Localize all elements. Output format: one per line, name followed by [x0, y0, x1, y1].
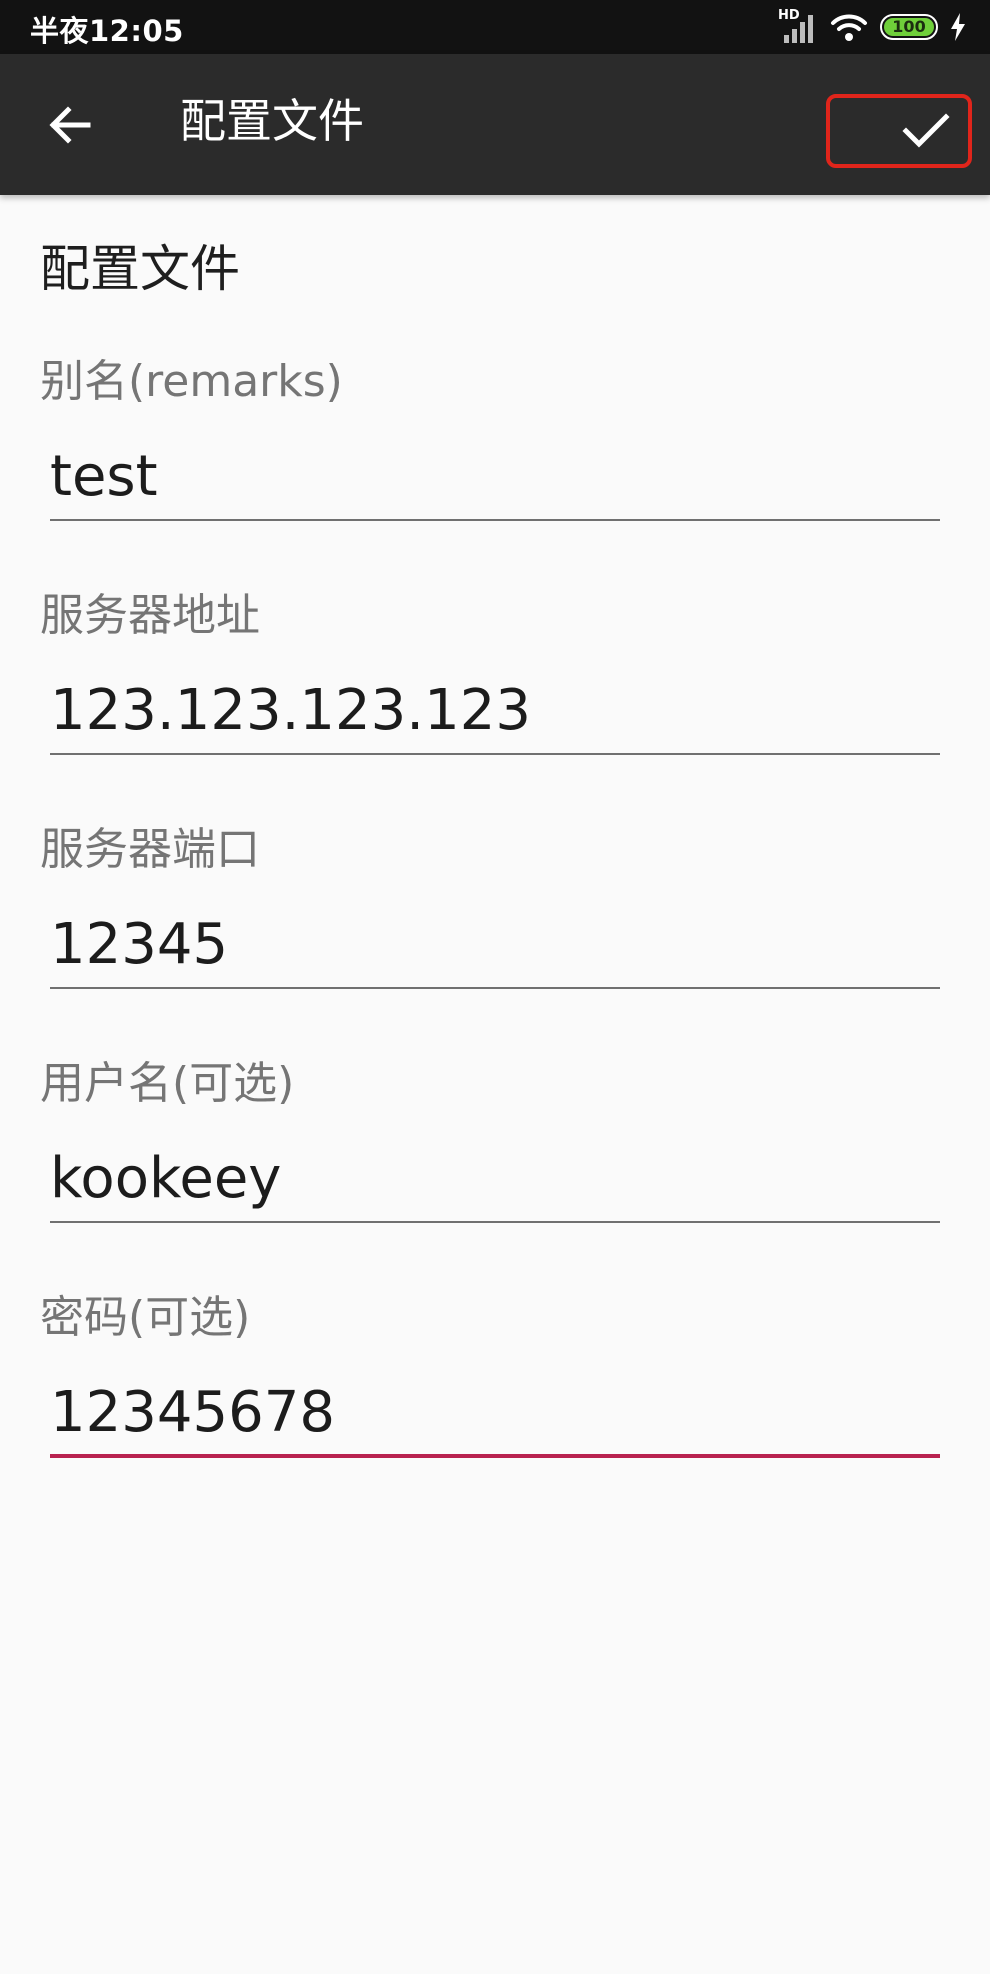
server-port-input[interactable] [50, 908, 940, 980]
remarks-underline [50, 519, 940, 521]
status-icons: HD 100 [778, 6, 966, 48]
arrow-left-icon [49, 106, 91, 144]
confirm-button[interactable] [826, 94, 972, 168]
wifi-icon [830, 12, 868, 42]
charging-bolt-icon [950, 13, 966, 41]
app-title: 配置文件 [180, 94, 364, 148]
battery-level: 100 [892, 17, 926, 36]
battery-icon: 100 [880, 14, 938, 40]
remarks-label: 别名(remarks) [40, 356, 343, 407]
server-address-input[interactable] [50, 674, 940, 746]
server-address-underline [50, 753, 940, 755]
cellular-signal-icon: HD [778, 8, 818, 43]
status-time: 半夜12:05 [30, 14, 184, 48]
server-port-underline [50, 987, 940, 989]
password-label: 密码(可选) [40, 1292, 251, 1343]
username-label: 用户名(可选) [40, 1058, 295, 1109]
status-bar: 半夜12:05 HD 100 [0, 0, 990, 54]
username-input[interactable] [50, 1142, 940, 1214]
username-underline [50, 1221, 940, 1223]
password-underline [50, 1454, 940, 1458]
check-icon [902, 113, 950, 148]
server-address-label: 服务器地址 [40, 590, 260, 641]
server-port-label: 服务器端口 [40, 824, 260, 875]
password-input[interactable] [50, 1376, 940, 1448]
section-title: 配置文件 [40, 240, 240, 298]
remarks-input[interactable] [50, 440, 940, 512]
app-bar: 配置文件 [0, 54, 990, 195]
back-button[interactable] [30, 90, 110, 160]
